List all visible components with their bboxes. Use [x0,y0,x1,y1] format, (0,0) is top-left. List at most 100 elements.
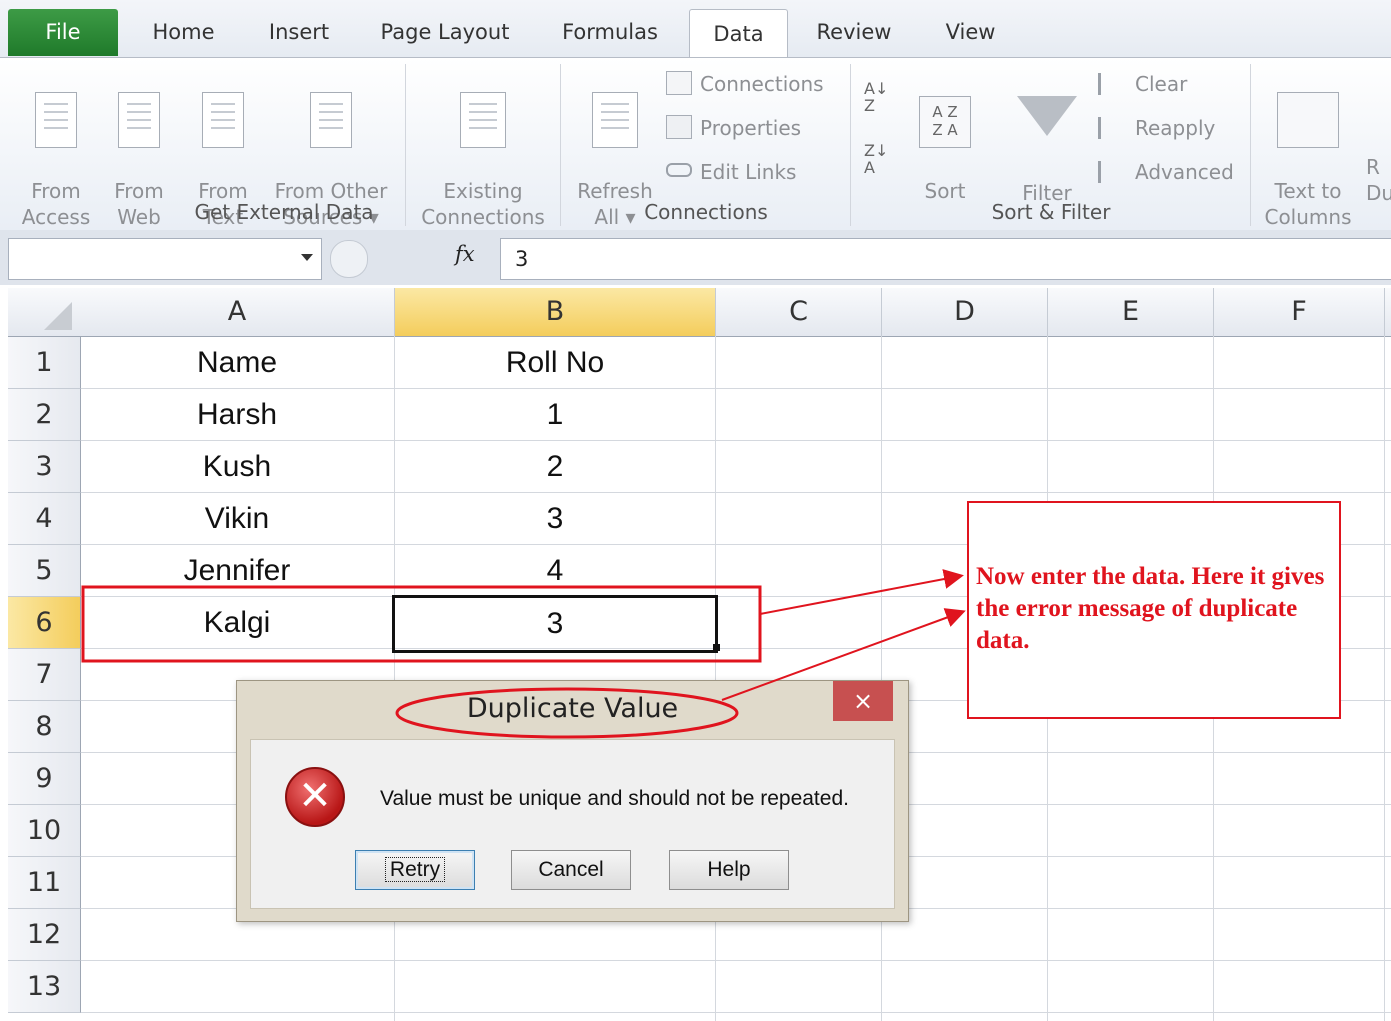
cell-a5[interactable]: Jennifer [80,545,394,596]
database-icon [310,92,352,148]
annotation-box: Now enter the data. Here it gives the er… [967,501,1341,719]
group-separator [850,64,851,226]
tab-data[interactable]: Data [689,9,788,58]
sort-a-to-z-button[interactable]: A↓ Z [864,80,888,114]
formula-bar-expand-handle[interactable] [330,240,368,278]
help-label: Help [707,858,751,881]
cell-b1[interactable]: Roll No [395,337,715,388]
row-header-10[interactable]: 10 [8,805,81,857]
help-button[interactable]: Help [669,850,789,890]
cancel-button[interactable]: Cancel [511,850,631,890]
formula-input-value: 3 [515,247,529,271]
column-header-b[interactable]: B [395,288,716,337]
tab-formulas[interactable]: Formulas [548,8,672,56]
access-icon [35,92,77,148]
connections-button[interactable]: Connections [666,71,824,97]
dialog-message: Value must be unique and should not be r… [380,787,849,810]
select-all-corner[interactable] [8,288,81,337]
link-icon [666,163,692,177]
row-header-9[interactable]: 9 [8,753,81,805]
sort-z-to-a-button[interactable]: Z↓ A [864,142,888,176]
reapply-label: Reapply [1135,116,1216,140]
tab-home[interactable]: Home [136,8,231,56]
sort-button[interactable]: A ZZ A Sort [910,70,980,204]
text-to-columns-label: Text to Columns [1264,179,1352,229]
cell-b3[interactable]: 2 [395,441,715,492]
cell-a2[interactable]: Harsh [80,389,394,440]
tab-file[interactable]: File [8,9,118,56]
tab-review[interactable]: Review [805,8,903,56]
cell-a4[interactable]: Vikin [80,493,394,544]
advanced-label: Advanced [1135,160,1234,184]
error-icon: ✕ [285,767,345,827]
remove-duplicates-button[interactable]: R Du [1366,128,1391,206]
dialog-title: Duplicate Value [466,693,679,724]
reapply-button[interactable]: Reapply [1098,115,1215,141]
cell-b6-active[interactable]: 3 [392,595,718,653]
ribbon: From Access From Web From Text From Othe… [0,57,1391,231]
row-header-4[interactable]: 4 [8,493,81,545]
row-header-7[interactable]: 7 [8,649,81,701]
close-icon[interactable]: × [833,681,893,721]
group-label-connections: Connections [644,200,768,224]
cell-a6[interactable]: Kalgi [80,597,394,648]
row-header-3[interactable]: 3 [8,441,81,493]
column-header-c[interactable]: C [716,288,882,337]
row-header-12[interactable]: 12 [8,909,81,961]
tab-page-layout[interactable]: Page Layout [370,8,520,56]
formula-bar: fx 3 [0,230,1391,285]
cell-b5[interactable]: 4 [395,545,715,596]
row-header-13[interactable]: 13 [8,961,81,1013]
grid-line [1384,336,1385,1021]
existing-connections-icon [460,92,506,148]
web-icon [118,92,160,148]
cell-b2[interactable]: 1 [395,389,715,440]
properties-icon [666,115,692,139]
tab-insert[interactable]: Insert [255,8,343,56]
row-header-11[interactable]: 11 [8,857,81,909]
select-all-triangle-icon [44,302,72,330]
grid-line [80,960,1391,961]
column-header-a[interactable]: A [80,288,395,337]
text-file-icon [202,92,244,148]
advanced-button[interactable]: Advanced [1098,159,1234,185]
insert-function-icon[interactable]: fx [455,242,475,266]
fill-handle[interactable] [713,644,720,651]
cell-a1[interactable]: Name [80,337,394,388]
edit-links-button[interactable]: Edit Links [666,159,796,185]
column-header-f[interactable]: F [1214,288,1385,337]
connections-label: Connections [700,72,824,96]
clear-filter-icon [1098,73,1127,95]
funnel-icon [1017,96,1077,136]
group-separator [1250,64,1251,226]
group-label-sort-filter: Sort & Filter [991,200,1111,224]
reapply-icon [1098,117,1127,139]
grid-line [80,1012,1391,1013]
row-header-8[interactable]: 8 [8,701,81,753]
excel-window: File Home Insert Page Layout Formulas Da… [0,0,1391,1021]
group-label-get-external-data: Get External Data [194,200,374,224]
cell-a3[interactable]: Kush [80,441,394,492]
column-header-e[interactable]: E [1048,288,1214,337]
row-header-2[interactable]: 2 [8,389,81,441]
row-header-5[interactable]: 5 [8,545,81,597]
row-header-1[interactable]: 1 [8,337,81,389]
tab-view[interactable]: View [928,8,1013,56]
properties-button[interactable]: Properties [666,115,801,141]
retry-button[interactable]: Retry [355,850,475,890]
cell-b4[interactable]: 3 [395,493,715,544]
column-header-d[interactable]: D [882,288,1048,337]
chevron-down-icon[interactable] [301,254,313,261]
clear-button[interactable]: Clear [1098,71,1187,97]
filter-button[interactable]: Filter [1010,70,1084,206]
dialog-body: ✕ Value must be unique and should not be… [250,739,895,909]
cancel-label: Cancel [538,858,604,881]
group-separator [560,64,561,226]
column-header-g-partial[interactable] [1385,288,1391,337]
name-box[interactable] [8,238,322,280]
advanced-filter-icon [1098,161,1127,183]
annotation-text: Now enter the data. Here it gives the er… [976,563,1325,654]
row-header-6[interactable]: 6 [8,597,81,649]
formula-input[interactable]: 3 [500,238,1391,280]
text-to-columns-button[interactable]: Text to Columns [1260,66,1356,230]
